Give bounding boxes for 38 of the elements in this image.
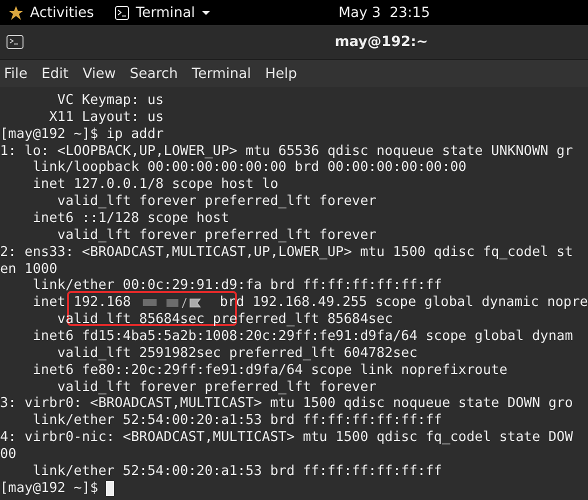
window-title: may@192:~ bbox=[334, 34, 428, 50]
terminal-line: [may@192 ~]$ ip addr bbox=[0, 126, 164, 143]
clock: May 3 23:15 bbox=[338, 4, 430, 20]
terminal-line: valid_lft 2591982sec preferred_lft 604782sec bbox=[56, 344, 418, 362]
terminal-line: 00 bbox=[0, 446, 16, 463]
menu-item[interactable]: Edit bbox=[41, 66, 69, 82]
terminal-line: link/ether 52:54:00:20:a1:53 brd ff:ff:ff:ff:ff:ff bbox=[32, 412, 442, 430]
terminal-line: X11 Layout: us bbox=[48, 108, 164, 126]
terminal-line: 1: lo: <LOOPBACK,UP,LOWER_UP> mtu 65536 qdisc noqueue state UNKNOWN gr bbox=[0, 142, 573, 160]
terminal-line: valid_lft forever preferred_lft forever bbox=[56, 378, 376, 396]
terminal-line: inet6 fd15:4ba5:5a2b:1008:20c:29ff:fe91:d9fa/64 scope global dynam bbox=[32, 328, 573, 345]
terminal-line: 2: ens33: <BROADCAST,MULTICAST,UP,LOWER_UP> mtu 1500 qdisc fq_codel st bbox=[0, 244, 573, 261]
terminal-line: inet6 ::1/128 scope host bbox=[32, 210, 230, 227]
terminal-line: inet 127.0.0.1/8 scope host lo bbox=[32, 176, 278, 194]
terminal-line: 3: virbr0: <BROADCAST,MULTICAST> mtu 1500 qdisc noqueue state DOWN gro bbox=[0, 395, 573, 412]
prompt: [may@192 ~]$ bbox=[0, 480, 100, 497]
terminal-line: inet 192.168 bbox=[32, 294, 131, 312]
activities-button[interactable]: Activities bbox=[8, 4, 94, 20]
menu-item[interactable]: Search bbox=[130, 66, 178, 82]
app-menu[interactable]: Terminal bbox=[114, 4, 212, 20]
star-icon bbox=[8, 4, 24, 20]
terminal-line: VC Keymap: us bbox=[56, 92, 164, 109]
terminal-icon bbox=[114, 4, 130, 20]
terminal-line: 4: virbr0-nic: <BROADCAST,MULTICAST> mtu 1500 qdisc fq_codel state DOW bbox=[0, 429, 573, 446]
terminal-icon bbox=[6, 34, 24, 50]
terminal-line: valid_lft forever preferred_lft forever bbox=[56, 193, 376, 210]
menu-item[interactable]: Help bbox=[265, 66, 297, 82]
terminal-line: link/loopback 00:00:00:00:00:00 brd 00:00:00:00:00:00 bbox=[32, 159, 466, 176]
terminal-line: link/ether 00:0c:29:91:d9:fa brd ff:ff:ff:ff:ff:ff bbox=[32, 277, 442, 294]
terminal-line: link/ether 52:54:00:20:a1:53 brd ff:ff:ff:ff:ff:ff bbox=[32, 462, 442, 480]
terminal-line: en 1000 bbox=[0, 260, 58, 278]
menu-item[interactable]: View bbox=[82, 66, 116, 82]
menu-item[interactable]: File bbox=[4, 66, 28, 82]
terminal-line: inet6 fe80::20c:29ff:fe91:d9fa/64 scope link noprefixroute bbox=[32, 362, 508, 379]
menu-item[interactable]: Terminal bbox=[192, 66, 252, 82]
caret-icon bbox=[201, 8, 212, 16]
cursor bbox=[106, 480, 114, 496]
terminal-line: valid_lft forever preferred_lft forever bbox=[56, 226, 376, 244]
